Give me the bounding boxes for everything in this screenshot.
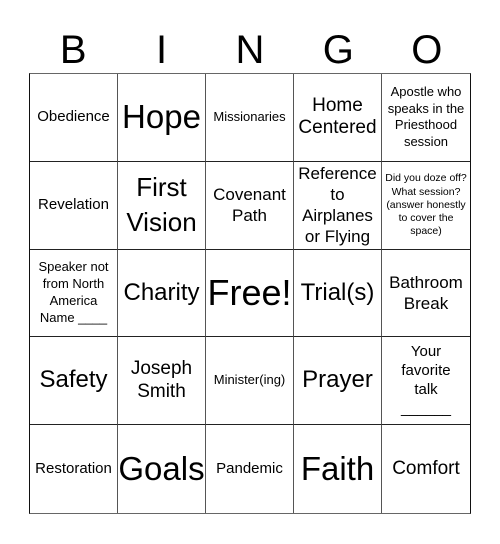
header-letter-n: N [235, 28, 265, 72]
cell-text: Home Centered [298, 94, 377, 139]
bingo-cell-r1c3[interactable]: Missionaries [206, 74, 294, 162]
cell-text: Reference to Airplanes or Flying [298, 163, 377, 247]
bingo-cell-r3c4[interactable]: Trial(s) [294, 249, 382, 338]
bingo-cell-r4c1[interactable]: Safety [30, 337, 118, 426]
cell-text: Faith [300, 450, 375, 488]
cell-text: Joseph Smith [130, 357, 193, 402]
cell-text: Obedience [37, 108, 110, 126]
bingo-cell-r2c5[interactable]: Did you doze off? What session? (answer … [382, 162, 470, 250]
cell-text: Free! [207, 272, 292, 314]
bingo-cell-r3c1[interactable]: Speaker not from North America Name ____ [30, 249, 118, 338]
bingo-cell-r1c4[interactable]: Home Centered [294, 74, 382, 162]
cell-text: Goals [118, 450, 205, 488]
cell-text: Your favorite talk ______ [400, 343, 452, 417]
header-letter-g: G [322, 28, 354, 72]
header-letter-b: B [59, 28, 87, 72]
bingo-cell-r4c4[interactable]: Prayer [294, 337, 382, 426]
cell-text: Minister(ing) [213, 372, 286, 388]
cell-text: Bathroom Break [389, 272, 463, 313]
cell-text: First Vision [126, 172, 197, 238]
bingo-cell-r5c4[interactable]: Faith [294, 425, 382, 513]
bingo-cell-r1c2[interactable]: Hope [118, 74, 206, 162]
bingo-cell-r4c2[interactable]: Joseph Smith [118, 337, 206, 426]
bingo-cell-r5c1[interactable]: Restoration [30, 425, 118, 513]
cell-text: Charity [123, 278, 200, 306]
cell-text: Pandemic [216, 459, 283, 477]
cell-text: Trial(s) [300, 278, 375, 306]
cell-text: Covenant Path [213, 184, 286, 226]
bingo-grid: Obedience Hope Missionaries Home Centere… [29, 73, 471, 514]
cell-text: Speaker not from North America Name ____ [38, 259, 109, 325]
bingo-header: B I N G O [29, 28, 471, 73]
bingo-cell-r2c3[interactable]: Covenant Path [206, 161, 294, 250]
bingo-cell-r5c3[interactable]: Pandemic [206, 425, 294, 513]
bingo-cell-r5c5[interactable]: Comfort [382, 425, 470, 513]
header-letter-i: I [156, 28, 168, 72]
bingo-cell-r5c2[interactable]: Goals [118, 425, 206, 513]
cell-text: Comfort [392, 457, 460, 479]
bingo-cell-r4c3[interactable]: Minister(ing) [206, 337, 294, 426]
cell-text: Revelation [38, 195, 109, 213]
cell-text: Missionaries [213, 108, 286, 124]
bingo-cell-r2c4[interactable]: Reference to Airplanes or Flying [294, 161, 382, 250]
bingo-cell-r2c2[interactable]: First Vision [118, 161, 206, 250]
cell-text: Hope [122, 98, 201, 136]
bingo-cell-r4c5[interactable]: Your favorite talk ______ [382, 337, 470, 426]
cell-text: Safety [39, 366, 108, 394]
cell-text: Did you doze off? What session? (answer … [385, 172, 467, 237]
cell-text: Restoration [35, 459, 112, 477]
bingo-cell-r3c2[interactable]: Charity [118, 249, 206, 338]
bingo-cell-r1c1[interactable]: Obedience [30, 74, 118, 162]
header-letter-o: O [411, 28, 443, 72]
cell-text: Apostle who speaks in the Priesthood ses… [387, 83, 465, 150]
bingo-cell-r1c5[interactable]: Apostle who speaks in the Priesthood ses… [382, 74, 470, 162]
bingo-cell-r2c1[interactable]: Revelation [30, 161, 118, 250]
cell-text: Prayer [302, 366, 373, 394]
bingo-cell-r3c5[interactable]: Bathroom Break [382, 250, 470, 338]
bingo-cell-free-space[interactable]: Free! [206, 249, 294, 338]
